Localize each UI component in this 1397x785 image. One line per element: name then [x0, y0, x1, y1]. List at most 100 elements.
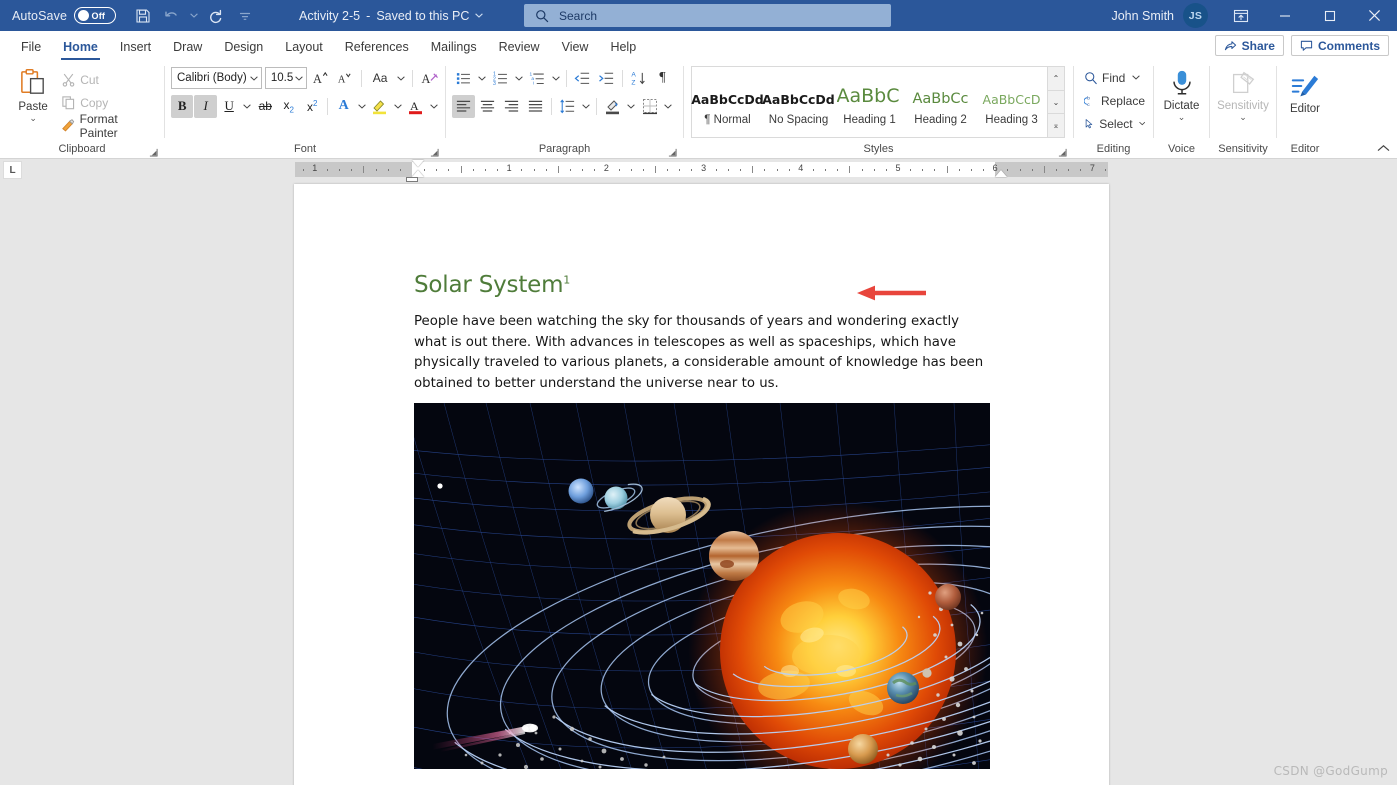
tab-references[interactable]: References [334, 33, 420, 61]
shading-button[interactable] [601, 95, 624, 118]
font-name-chevron-down-icon[interactable] [250, 75, 258, 81]
multilevel-list-button[interactable]: 1ai [526, 67, 549, 90]
numbering-button[interactable]: 123 [489, 67, 512, 90]
close-button[interactable] [1352, 0, 1397, 31]
right-indent-marker[interactable] [995, 170, 1007, 177]
maximize-button[interactable] [1307, 0, 1352, 31]
document-title[interactable]: Activity 2-5 - Saved to this PC [299, 0, 484, 31]
customize-quick-access-icon[interactable] [231, 3, 258, 28]
document-title-chevron-down-icon[interactable] [475, 13, 484, 18]
sensitivity-dropdown-icon[interactable]: ⌄ [1239, 113, 1247, 122]
tab-layout[interactable]: Layout [274, 33, 334, 61]
increase-indent-button[interactable] [595, 67, 618, 90]
tab-stop-selector[interactable]: L [3, 161, 22, 179]
ribbon-display-options-icon[interactable] [1220, 0, 1262, 31]
minimize-button[interactable] [1262, 0, 1307, 31]
find-chevron-down-icon[interactable] [1132, 75, 1141, 80]
search-input[interactable]: Search [524, 4, 891, 27]
styles-scroll-up-button[interactable]: ⌃ [1048, 67, 1064, 91]
shrink-font-button[interactable]: A [334, 67, 355, 90]
tab-design[interactable]: Design [213, 33, 274, 61]
tab-mailings[interactable]: Mailings [420, 33, 488, 61]
styles-dialog-launcher[interactable] [1056, 146, 1068, 158]
cut-button[interactable]: Cut [58, 68, 159, 91]
comments-button[interactable]: Comments [1290, 35, 1389, 56]
justify-button[interactable] [524, 95, 547, 118]
first-line-indent-marker[interactable] [412, 160, 424, 167]
show-formatting-marks-button[interactable]: ¶ [651, 67, 674, 90]
select-chevron-down-icon[interactable] [1138, 121, 1145, 126]
clear-formatting-button[interactable]: A [419, 67, 440, 90]
italic-button[interactable]: I [194, 94, 217, 118]
paste-dropdown-icon[interactable]: ⌄ [29, 114, 37, 123]
font-dialog-launcher[interactable] [428, 146, 440, 158]
style-heading-2[interactable]: AaBbCc Heading 2 [905, 67, 976, 137]
share-button[interactable]: Share [1214, 35, 1284, 56]
save-icon[interactable] [129, 3, 156, 28]
style-normal[interactable]: AaBbCcDd ¶ Normal [691, 67, 764, 137]
user-name[interactable]: John Smith [1111, 9, 1174, 23]
style-heading-3[interactable]: AaBbCcD Heading 3 [976, 67, 1047, 137]
text-highlight-color-button[interactable] [369, 95, 391, 118]
horizontal-ruler[interactable]: 11234567 [295, 160, 1108, 182]
collapse-ribbon-button[interactable] [1375, 141, 1391, 155]
avatar[interactable]: JS [1183, 3, 1208, 28]
highlight-chevron-down-icon[interactable] [392, 95, 404, 118]
find-button[interactable]: Find [1081, 66, 1148, 89]
hanging-indent-marker[interactable] [412, 170, 424, 177]
underline-button[interactable]: U [218, 95, 240, 118]
superscript-button[interactable]: x2 [301, 95, 323, 118]
styles-more-button[interactable]: ⌅ [1048, 114, 1064, 138]
paste-button[interactable]: Paste ⌄ [8, 65, 58, 142]
font-color-button[interactable]: A [405, 95, 427, 118]
redo-icon[interactable] [202, 3, 229, 28]
tab-home[interactable]: Home [52, 33, 109, 61]
replace-button[interactable]: bc Replace [1081, 89, 1148, 112]
document-area[interactable]: Solar System1 People have been watching … [0, 182, 1397, 785]
align-center-button[interactable] [476, 95, 499, 118]
shading-chevron-down-icon[interactable] [625, 95, 637, 118]
sort-button[interactable]: AZ [627, 67, 650, 90]
format-painter-button[interactable]: Format Painter [58, 112, 159, 140]
select-button[interactable]: Select [1081, 112, 1148, 135]
line-spacing-button[interactable] [556, 95, 579, 118]
styles-scroll-down-button[interactable]: ⌄ [1048, 90, 1064, 115]
tab-file[interactable]: File [10, 33, 52, 61]
style-heading-1[interactable]: AaBbC Heading 1 [834, 67, 905, 137]
borders-button[interactable] [638, 95, 661, 118]
undo-dropdown-icon[interactable] [187, 3, 200, 28]
dictate-dropdown-icon[interactable]: ⌄ [1178, 113, 1186, 122]
strikethrough-button[interactable]: ab [254, 95, 276, 118]
line-spacing-chevron-down-icon[interactable] [580, 95, 592, 118]
tab-view[interactable]: View [551, 33, 600, 61]
bullets-chevron-down-icon[interactable] [476, 67, 488, 90]
align-right-button[interactable] [500, 95, 523, 118]
clipboard-dialog-launcher[interactable] [147, 146, 159, 158]
dictate-button[interactable]: Dictate ⌄ [1159, 65, 1204, 142]
align-left-button[interactable] [452, 94, 475, 118]
subscript-button[interactable]: x2 [278, 95, 300, 118]
bullets-button[interactable] [452, 67, 475, 90]
underline-chevron-down-icon[interactable] [241, 95, 253, 118]
style-no-spacing[interactable]: AaBbCcDd No Spacing [762, 67, 835, 137]
sensitivity-button[interactable]: Sensitivity ⌄ [1217, 65, 1269, 142]
font-name-input[interactable]: Calibri (Body) [171, 67, 262, 89]
undo-icon[interactable] [158, 3, 185, 28]
tab-review[interactable]: Review [488, 33, 551, 61]
change-case-chevron-down-icon[interactable] [396, 67, 407, 90]
paragraph-dialog-launcher[interactable] [666, 146, 678, 158]
grow-font-button[interactable]: A [310, 67, 331, 90]
tab-draw[interactable]: Draw [162, 33, 213, 61]
font-size-chevron-down-icon[interactable] [295, 75, 303, 81]
document-page[interactable]: Solar System1 People have been watching … [294, 184, 1109, 785]
page-title[interactable]: Solar System1 [414, 272, 570, 298]
solar-system-image[interactable] [414, 403, 990, 769]
autosave-toggle[interactable]: Off [74, 7, 117, 24]
tab-insert[interactable]: Insert [109, 33, 162, 61]
editor-button[interactable]: Editor [1282, 65, 1328, 142]
tab-help[interactable]: Help [599, 33, 647, 61]
numbering-chevron-down-icon[interactable] [513, 67, 525, 90]
change-case-button[interactable]: Aa [368, 67, 393, 90]
text-effects-chevron-down-icon[interactable] [356, 95, 368, 118]
body-paragraph[interactable]: People have been watching the sky for th… [414, 312, 990, 394]
